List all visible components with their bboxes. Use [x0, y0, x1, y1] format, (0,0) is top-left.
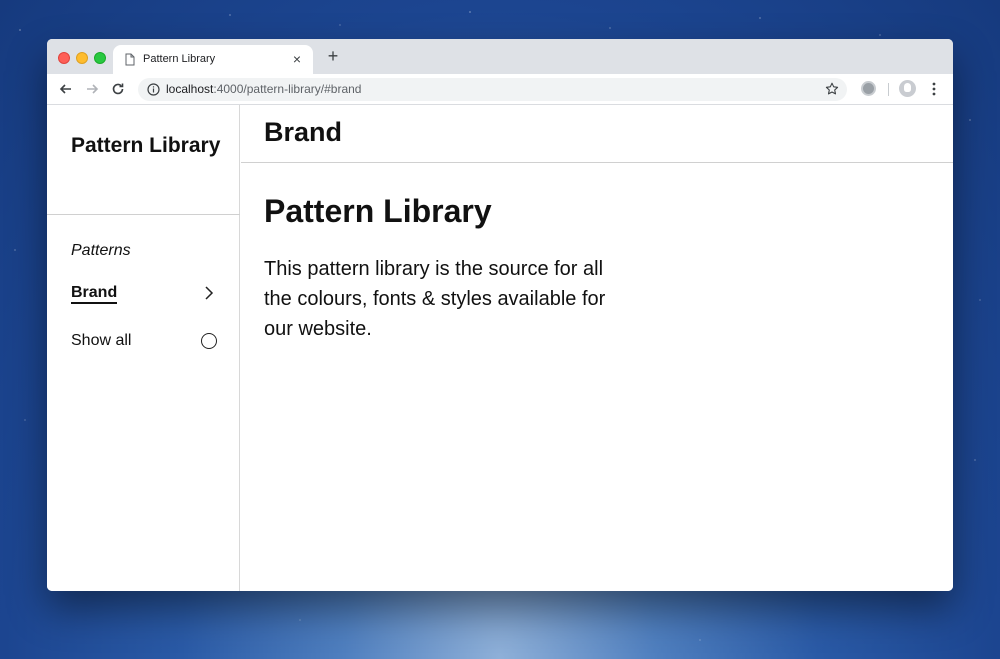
browser-toolbar: localhost:4000/pattern-library/#brand [47, 74, 953, 105]
chevron-right-icon [205, 286, 214, 300]
intro-paragraph: This pattern library is the source for a… [264, 258, 606, 340]
section-heading: Brand [264, 117, 343, 147]
more-menu-icon[interactable] [927, 81, 941, 97]
back-arrow-icon[interactable] [58, 81, 74, 97]
url-path: :4000/pattern-library/#brand [213, 82, 362, 96]
page-viewport: Pattern Library Patterns Brand Show all … [47, 105, 953, 591]
toolbar-divider [888, 83, 889, 96]
tab-title: Pattern Library [143, 53, 216, 65]
sidebar-item-show-all[interactable]: Show all [71, 329, 217, 353]
address-bar[interactable]: localhost:4000/pattern-library/#brand [138, 78, 847, 101]
main-content: Brand Pattern Library This pattern libra… [241, 105, 953, 591]
page-title: Pattern Library [264, 193, 492, 229]
minimize-window-button[interactable] [76, 52, 88, 64]
browser-window: Pattern Library × + localhost:4000/patte… [47, 39, 953, 591]
sidebar-item-brand[interactable]: Brand [71, 281, 217, 305]
forward-arrow-icon[interactable] [84, 81, 100, 97]
zoom-window-button[interactable] [94, 52, 106, 64]
section-label-patterns: Patterns [71, 242, 131, 259]
url-text: localhost:4000/pattern-library/#brand [166, 82, 361, 96]
sidebar-title[interactable]: Pattern Library [71, 131, 221, 161]
active-tab[interactable]: Pattern Library × [113, 45, 313, 74]
circle-icon [201, 333, 217, 349]
url-host: localhost [166, 82, 214, 96]
bookmark-star-icon[interactable] [825, 82, 839, 96]
sidebar-divider [47, 214, 240, 215]
sidebar: Pattern Library Patterns Brand Show all [47, 105, 240, 591]
close-window-button[interactable] [58, 52, 70, 64]
main-header: Brand [241, 105, 953, 163]
new-tab-button[interactable]: + [325, 47, 341, 65]
page-icon [125, 53, 135, 66]
tab-close-icon[interactable]: × [290, 52, 304, 66]
sidebar-item-label[interactable]: Brand [71, 284, 118, 304]
extension-icon[interactable] [861, 81, 876, 96]
profile-avatar-icon[interactable] [899, 80, 916, 97]
reload-icon[interactable] [110, 81, 126, 97]
sidebar-item-label[interactable]: Show all [71, 332, 131, 349]
info-icon[interactable] [147, 83, 160, 96]
tab-strip: Pattern Library × + [47, 39, 953, 74]
